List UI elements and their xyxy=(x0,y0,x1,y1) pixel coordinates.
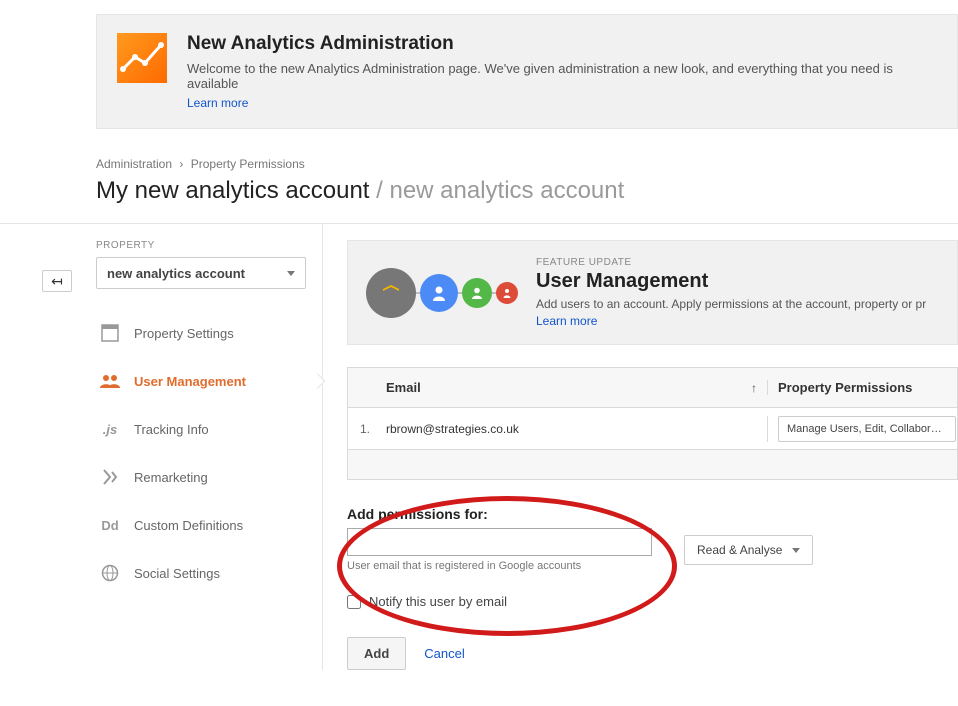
user-email-hint: User email that is registered in Google … xyxy=(347,560,652,572)
row-email: rbrown@strategies.co.uk xyxy=(376,422,767,436)
sidebar-item-custom-definitions[interactable]: Dd Custom Definitions xyxy=(96,501,322,549)
analytics-logo-icon xyxy=(117,33,167,83)
feature-update-banner: FEATURE UPDATE User Management Add users… xyxy=(347,240,958,345)
chevron-down-icon xyxy=(792,548,800,553)
cancel-link[interactable]: Cancel xyxy=(424,646,464,661)
page-title: My new analytics account / new analytics… xyxy=(96,177,958,205)
sort-ascending-icon: ↑ xyxy=(751,381,757,395)
permission-level-value: Read & Analyse xyxy=(697,543,782,557)
column-header-permissions[interactable]: Property Permissions xyxy=(767,380,957,395)
sidebar-item-label: Remarketing xyxy=(134,470,208,485)
add-permissions-section: Add permissions for: User email that is … xyxy=(347,506,958,670)
remarketing-icon xyxy=(100,467,120,487)
sidebar-collapse-button[interactable]: ↤ xyxy=(42,270,72,292)
sidebar-item-label: Custom Definitions xyxy=(134,518,243,533)
breadcrumb: Administration › Property Permissions xyxy=(96,157,958,171)
sidebar: ↤ PROPERTY new analytics account Propert… xyxy=(0,224,323,670)
column-header-email[interactable]: Email ↑ xyxy=(376,380,767,395)
feature-update-description: Add users to an account. Apply permissio… xyxy=(536,297,926,311)
notify-user-label: Notify this user by email xyxy=(369,594,507,609)
banner-learn-more-link[interactable]: Learn more xyxy=(187,96,248,110)
users-table: Email ↑ Property Permissions 1. rbrown@s… xyxy=(347,367,958,450)
chevron-down-icon xyxy=(287,271,295,276)
sidebar-item-property-settings[interactable]: Property Settings xyxy=(96,309,322,357)
user-hierarchy-icon xyxy=(366,257,518,328)
notify-user-checkbox[interactable] xyxy=(347,595,361,609)
banner-title: New Analytics Administration xyxy=(187,33,937,55)
sidebar-item-label: Social Settings xyxy=(134,566,220,581)
permission-level-dropdown[interactable]: Read & Analyse xyxy=(684,535,813,565)
feature-update-title: User Management xyxy=(536,270,926,293)
sidebar-item-remarketing[interactable]: Remarketing xyxy=(96,453,322,501)
user-email-input[interactable] xyxy=(347,528,652,556)
main-content: FEATURE UPDATE User Management Add users… xyxy=(323,224,958,670)
table-footer xyxy=(347,450,958,480)
add-button[interactable]: Add xyxy=(347,637,406,670)
users-icon xyxy=(100,371,120,391)
sidebar-item-label: Tracking Info xyxy=(134,422,209,437)
property-label: PROPERTY xyxy=(96,240,322,251)
new-admin-banner: New Analytics Administration Welcome to … xyxy=(96,14,958,129)
table-row: 1. rbrown@strategies.co.uk Manage Users,… xyxy=(348,408,957,450)
property-settings-icon xyxy=(100,323,120,343)
banner-description: Welcome to the new Analytics Administrat… xyxy=(187,61,937,91)
notify-user-checkbox-row[interactable]: Notify this user by email xyxy=(347,594,958,609)
row-index: 1. xyxy=(348,422,376,436)
tracking-icon: .js xyxy=(100,419,120,439)
sidebar-item-social-settings[interactable]: Social Settings xyxy=(96,549,322,597)
page-title-sub: new analytics account xyxy=(389,177,624,204)
custom-definitions-icon: Dd xyxy=(100,515,120,535)
property-selector[interactable]: new analytics account xyxy=(96,257,306,289)
add-permissions-title: Add permissions for: xyxy=(347,506,958,522)
table-header: Email ↑ Property Permissions xyxy=(348,368,957,408)
breadcrumb-separator: › xyxy=(179,157,183,171)
breadcrumb-root[interactable]: Administration xyxy=(96,157,172,171)
feature-update-label: FEATURE UPDATE xyxy=(536,257,926,268)
breadcrumb-current: Property Permissions xyxy=(191,157,305,171)
globe-icon xyxy=(100,563,120,583)
sidebar-item-user-management[interactable]: User Management xyxy=(96,357,322,405)
feature-learn-more-link[interactable]: Learn more xyxy=(536,314,597,328)
sidebar-item-tracking-info[interactable]: .js Tracking Info xyxy=(96,405,322,453)
page-title-main: My new analytics account xyxy=(96,177,369,204)
sidebar-item-label: User Management xyxy=(134,374,246,389)
sidebar-item-label: Property Settings xyxy=(134,326,234,341)
property-selector-value: new analytics account xyxy=(107,266,245,281)
row-permissions-dropdown[interactable]: Manage Users, Edit, Collaborate, Rea xyxy=(778,416,956,442)
